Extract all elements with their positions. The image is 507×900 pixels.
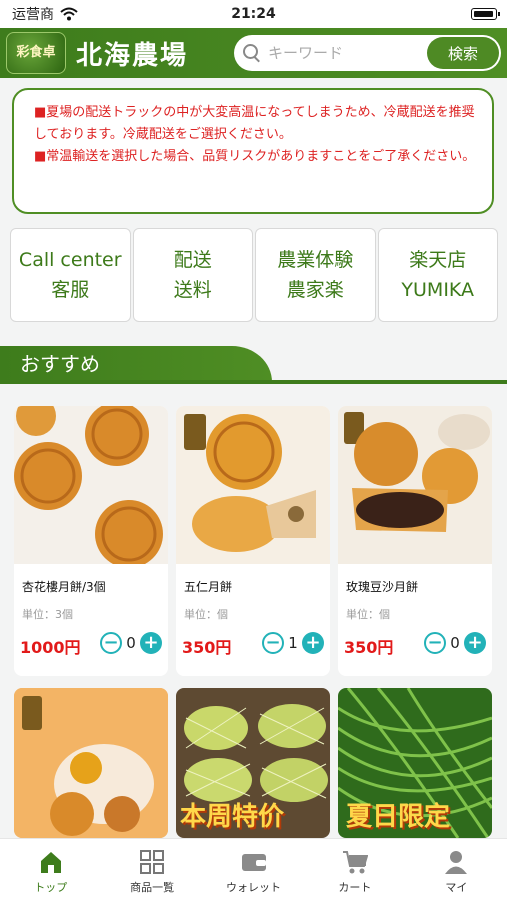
search-input[interactable] bbox=[268, 44, 418, 62]
tab-label: マイ bbox=[445, 881, 468, 894]
shipping-notice: ■夏場の配送トラックの中が大変高温になってしまうため、冷蔵配送を推奨しております… bbox=[12, 88, 494, 214]
mooncake-image bbox=[338, 406, 492, 564]
wallet-icon bbox=[241, 854, 266, 871]
tab-my[interactable]: マイ bbox=[406, 839, 507, 900]
plus-icon[interactable]: + bbox=[464, 632, 486, 654]
product-card[interactable]: 夏日限定 bbox=[338, 688, 492, 838]
minus-icon[interactable]: − bbox=[424, 632, 446, 654]
product-price: 350円 bbox=[344, 638, 394, 657]
mooncake-image bbox=[14, 688, 168, 838]
tab-cart[interactable]: カート bbox=[304, 839, 405, 900]
quick-links: Call center 客服 配送 送料 農業体験 農家楽 楽天店 YUMIKA bbox=[10, 228, 498, 322]
promo-overlay: 本周特价 bbox=[180, 802, 285, 832]
carrier-label: 运营商 bbox=[12, 7, 54, 23]
app-header: 彩食卓 北海農場 検索 bbox=[0, 28, 507, 78]
product-card[interactable]: 玫瑰豆沙月餅 単位：個 350円 − 0 + bbox=[338, 406, 492, 676]
product-name: 杏花樓月餅/3個 bbox=[22, 580, 106, 594]
quantity-stepper: − 0 + bbox=[424, 632, 486, 654]
user-icon bbox=[445, 851, 468, 874]
quantity-value: 0 bbox=[450, 634, 460, 652]
grid-icon bbox=[140, 850, 165, 874]
tab-label: ウォレット bbox=[226, 881, 282, 894]
section-divider bbox=[0, 380, 507, 384]
home-icon bbox=[40, 852, 61, 873]
quick-link-call-center[interactable]: Call center 客服 bbox=[10, 228, 131, 322]
tab-top[interactable]: トップ bbox=[0, 839, 101, 900]
bottom-tabbar: トップ 商品一覧 ウォレット カート マイ bbox=[0, 838, 507, 900]
tab-label: トップ bbox=[34, 881, 68, 894]
product-card[interactable]: 五仁月餅 単位：個 350円 − 1 + bbox=[176, 406, 330, 676]
status-bar: 运营商 21:24 bbox=[0, 0, 507, 28]
quick-link-label: 楽天店 bbox=[409, 249, 467, 271]
tab-product-list[interactable]: 商品一覧 bbox=[101, 839, 202, 900]
quick-link-label: 農業体験 bbox=[277, 249, 354, 271]
search-button[interactable]: 検索 bbox=[427, 37, 499, 69]
tab-wallet[interactable]: ウォレット bbox=[203, 839, 304, 900]
logo-text: 北海農場 bbox=[76, 40, 189, 71]
plus-icon[interactable]: + bbox=[140, 632, 162, 654]
battery-icon bbox=[471, 8, 500, 20]
quick-link-farm-experience[interactable]: 農業体験 農家楽 bbox=[255, 228, 376, 322]
mooncake-image bbox=[14, 406, 168, 564]
product-unit: 単位：3個 bbox=[22, 608, 73, 621]
minus-icon[interactable]: − bbox=[262, 632, 284, 654]
notice-line-2: ■常温輸送を選択した場合、品質リスクがありますことをご了承ください。 bbox=[34, 149, 476, 164]
quick-link-shipping[interactable]: 配送 送料 bbox=[132, 228, 253, 322]
product-name: 五仁月餅 bbox=[184, 580, 233, 594]
quick-link-sub: 送料 bbox=[173, 279, 212, 301]
notice-line-1: ■夏場の配送トラックの中が大変高温になってしまうため、冷蔵配送を推奨しております… bbox=[34, 105, 475, 142]
product-price: 350円 bbox=[182, 638, 232, 657]
quantity-stepper: − 0 + bbox=[100, 632, 162, 654]
section-title: おすすめ bbox=[0, 346, 272, 382]
product-card[interactable]: 杏花樓月餅/3個 単位：3個 1000円 − 0 + bbox=[14, 406, 168, 676]
minus-icon[interactable]: − bbox=[100, 632, 122, 654]
status-left: 运营商 bbox=[12, 4, 212, 24]
quick-link-rakuten[interactable]: 楽天店 YUMIKA bbox=[377, 228, 498, 322]
plus-icon[interactable]: + bbox=[302, 632, 324, 654]
product-name: 玫瑰豆沙月餅 bbox=[346, 580, 419, 594]
search-box: 検索 bbox=[234, 35, 501, 71]
quantity-value: 0 bbox=[126, 634, 136, 652]
quantity-value: 1 bbox=[288, 634, 298, 652]
quick-link-sub: 客服 bbox=[51, 279, 90, 301]
tab-label: カート bbox=[338, 881, 372, 894]
quick-link-sub: 農家楽 bbox=[286, 279, 344, 301]
logo-badge[interactable]: 彩食卓 bbox=[6, 32, 66, 74]
wifi-icon bbox=[60, 7, 78, 21]
cart-icon bbox=[342, 851, 368, 874]
tab-label: 商品一覧 bbox=[130, 881, 175, 894]
product-price: 1000円 bbox=[20, 638, 81, 657]
promo-overlay: 夏日限定 bbox=[346, 802, 451, 832]
quick-link-label: Call center bbox=[18, 249, 122, 271]
product-unit: 単位：個 bbox=[184, 608, 228, 621]
product-unit: 単位：個 bbox=[346, 608, 390, 621]
quick-link-sub: YUMIKA bbox=[401, 279, 475, 301]
section-header: おすすめ bbox=[0, 346, 507, 386]
product-card[interactable] bbox=[14, 688, 168, 838]
mooncake-image bbox=[176, 406, 330, 564]
quantity-stepper: − 1 + bbox=[262, 632, 324, 654]
product-card[interactable]: 本周特价 bbox=[176, 688, 330, 838]
search-icon bbox=[242, 43, 262, 63]
quick-link-label: 配送 bbox=[173, 249, 212, 271]
